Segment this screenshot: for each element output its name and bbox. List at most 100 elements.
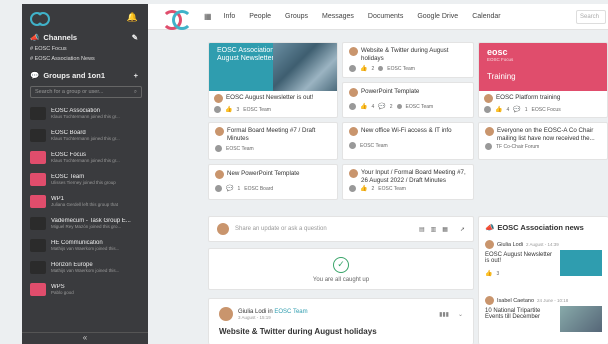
post-author[interactable]: Giulia Lodi (238, 309, 266, 315)
nav-calendar[interactable]: Calendar (472, 13, 500, 20)
group-text: WP1 Juliana Gerdell left this group that (51, 196, 118, 207)
team-name: EOSC Team (243, 106, 271, 113)
post-team[interactable]: EOSC Team (274, 309, 307, 315)
channel-item[interactable]: # EOSC Focus (22, 44, 148, 54)
post-tile[interactable]: PowerPoint Template 👍 4 💬 2 EOSC Team (342, 82, 474, 118)
comment-icon[interactable]: 💬 (226, 185, 233, 192)
composer-input[interactable]: Share an update or ask a question (235, 226, 413, 232)
group-item[interactable]: EOSC Association Klaus Tochtermann joined… (22, 102, 148, 124)
notifications-bell-icon[interactable]: 🔔 (127, 12, 138, 23)
global-search-input[interactable]: Search (576, 10, 606, 24)
sidebar: 🔔 📣 Channels ✎ # EOSC Focus # EOSC Associ… (22, 4, 148, 344)
group-last-activity: Mathijs van Waerkom joined this... (51, 267, 120, 273)
news-text: EOSC August Newsletter is out! (485, 252, 553, 264)
group-name: Vademecum - Task Group E... (51, 217, 131, 224)
group-icon (349, 65, 356, 72)
group-last-activity: Klaus Tochtermann joined this gr... (51, 157, 120, 163)
group-last-activity: Miguel Rey Mazón joined this gro... (51, 223, 122, 229)
like-count: 2 (371, 65, 375, 72)
sidebar-header: 🔔 (22, 4, 148, 30)
group-icon (349, 103, 356, 110)
news-panel: 📣 EOSC Association news Giulia Lodi 2 Augu… (478, 216, 608, 344)
group-icon (349, 185, 356, 192)
like-count: 4 (506, 106, 510, 113)
clipboard-icon[interactable]: ▥ (431, 226, 437, 233)
group-item[interactable]: WPS Pablo good (22, 278, 148, 300)
post-tile-title: PowerPoint Template (361, 88, 420, 95)
training-caption: EOSC Platform training (496, 94, 561, 101)
group-last-activity: Ulisses Tierney joined this group (51, 179, 116, 185)
group-item[interactable]: EOSC Focus Klaus Tochtermann joined this … (22, 146, 148, 168)
nav-groups[interactable]: Groups (285, 13, 308, 20)
like-icon[interactable]: 👍 (360, 65, 367, 72)
send-icon[interactable]: ➚ (460, 226, 465, 233)
group-item[interactable]: HE Communication Mathijs van Waerkom join… (22, 234, 148, 256)
post-tile[interactable]: Formal Board Meeting #7 / Draft Minutes … (208, 122, 338, 160)
top-navigation: ▦ Info People Groups Messages Documents … (148, 4, 608, 30)
news-item[interactable]: Isabel Caetano 24 June - 10:18 10 Nationa… (485, 296, 602, 336)
group-logo-icon (30, 238, 46, 252)
nav-messages[interactable]: Messages (322, 13, 354, 20)
group-item[interactable]: EOSC Team Ulisses Tierney joined this gro… (22, 168, 148, 190)
post-title[interactable]: Website & Twitter during August holidays (219, 327, 463, 336)
news-thumbnail (560, 306, 602, 332)
group-text: EOSC Association Klaus Tochtermann joined… (51, 108, 120, 119)
group-logo-icon (30, 106, 46, 120)
document-icon[interactable]: ▤ (419, 226, 425, 233)
post-tile[interactable]: Your Input / Formal Board Meeting #7, 26… (342, 164, 474, 200)
like-count: 4 (371, 103, 375, 110)
collapse-sidebar-button[interactable]: « (22, 332, 148, 344)
avatar (215, 127, 224, 136)
training-tile[interactable]: eosc EOSC Focus Training EOSC Platform t… (478, 42, 608, 118)
group-text: EOSC Focus Klaus Tochtermann joined this … (51, 152, 120, 163)
avatar (485, 127, 494, 136)
group-item[interactable]: Vademecum - Task Group E... Miguel Rey Ma… (22, 212, 148, 234)
comment-icon[interactable]: 💬 (378, 103, 385, 110)
channel-item[interactable]: # EOSC Association News (22, 54, 148, 64)
newsletter-tile[interactable]: EOSC Association August Newsletter EOSC … (208, 42, 338, 118)
nav-info[interactable]: Info (224, 13, 236, 20)
nav-people[interactable]: People (249, 13, 271, 20)
news-author: Giulia Lodi (497, 241, 523, 248)
nav-documents[interactable]: Documents (368, 13, 403, 20)
group-item[interactable]: Horizon Europe Mathijs van Waerkom joined… (22, 256, 148, 278)
eosc-logo-icon[interactable] (162, 9, 192, 30)
groups-header[interactable]: 💬 Groups and 1on1 + (22, 68, 148, 82)
like-icon[interactable]: 👍 (495, 106, 502, 113)
channels-header[interactable]: 📣 Channels ✎ (22, 30, 148, 44)
post-tile-title: Your Input / Formal Board Meeting #7, 26… (361, 169, 466, 184)
team-name: EOSC Team (378, 185, 406, 192)
post-tile-title: Formal Board Meeting #7 / Draft Minutes (227, 127, 316, 142)
chevron-down-icon[interactable]: ⌄ (458, 311, 463, 318)
group-text: WPS Pablo good (51, 284, 74, 295)
group-item[interactable]: EOSC Board Klaus Tochtermann joined this … (22, 124, 148, 146)
post-tile[interactable]: Website & Twitter during August holidays… (342, 42, 474, 78)
like-icon[interactable]: 👍 (225, 106, 232, 113)
like-icon[interactable]: 👍 (360, 185, 367, 192)
group-logo-icon (30, 282, 46, 296)
apps-grid-icon[interactable]: ▦ (204, 12, 212, 21)
group-icon (215, 145, 222, 152)
app-logo-icon[interactable] (30, 12, 50, 26)
post-tile[interactable]: New office Wi-Fi access & IT info EOSC T… (342, 122, 474, 160)
group-search-input[interactable]: Search for a group or user... ⌕ (30, 86, 142, 98)
post-tile[interactable]: Everyone on the EOSC-A Co Chair mailing … (478, 122, 608, 160)
comment-icon[interactable]: 💬 (513, 106, 520, 113)
news-item[interactable]: Giulia Lodi 2 August - 14:39 EOSC August … (485, 240, 602, 290)
file-icon[interactable]: ▦ (442, 226, 448, 233)
avatar (349, 88, 358, 97)
group-item[interactable]: WP1 Juliana Gerdell left this group that (22, 190, 148, 212)
post-tile[interactable]: New PowerPoint Template 💬 1 EOSC Board (208, 164, 338, 200)
like-icon[interactable]: 👍 (360, 103, 367, 110)
megaphone-icon: 📣 (30, 32, 40, 42)
like-icon[interactable]: 👍 (485, 270, 492, 277)
feed-post: Giulia Lodi in EOSC Team 3 August - 15:1… (208, 298, 474, 344)
nav-google-drive[interactable]: Google Drive (417, 13, 458, 20)
news-title: EOSC Association news (497, 223, 584, 232)
stats-icon[interactable]: ▮▮▮ (439, 311, 449, 318)
group-logo-icon (30, 128, 46, 142)
post-tile-title: New office Wi-Fi access & IT info (361, 127, 452, 134)
add-group-icon[interactable]: + (134, 71, 138, 80)
chat-icon: 💬 (30, 70, 40, 80)
edit-icon[interactable]: ✎ (132, 33, 138, 42)
